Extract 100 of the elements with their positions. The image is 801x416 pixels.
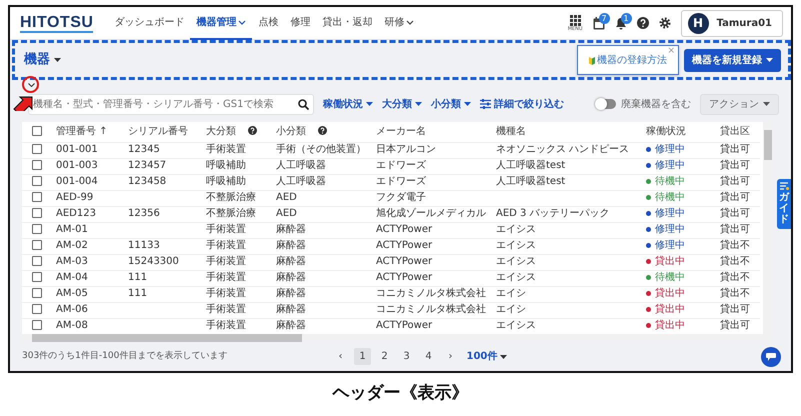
column-header[interactable]: 大分類 bbox=[202, 122, 272, 142]
help-icon[interactable] bbox=[248, 126, 257, 135]
detail-filter-button[interactable]: 詳細で絞り込む bbox=[480, 96, 564, 112]
caret-icon bbox=[415, 102, 422, 106]
table-cell: エイシ bbox=[496, 288, 526, 299]
column-header[interactable]: シリアル番号 bbox=[124, 122, 202, 142]
table-cell: 貸出不 bbox=[720, 272, 750, 283]
nav-tab[interactable]: 研修 bbox=[378, 7, 420, 40]
table-cell: AM-01 bbox=[56, 224, 88, 235]
row-checkbox[interactable] bbox=[32, 176, 42, 186]
table-cell: 貸出不 bbox=[720, 240, 750, 251]
status-text: 修理中 bbox=[655, 160, 685, 171]
row-checkbox[interactable] bbox=[32, 240, 42, 250]
next-page-button[interactable]: › bbox=[442, 348, 459, 365]
select-all-checkbox[interactable] bbox=[32, 126, 42, 136]
horizontal-scrollbar[interactable] bbox=[22, 334, 773, 342]
table-cell: 麻酔器 bbox=[276, 240, 306, 251]
search-icon[interactable] bbox=[298, 98, 309, 110]
guide-label: ガイド bbox=[779, 192, 789, 225]
help-icon[interactable] bbox=[636, 17, 649, 29]
column-header[interactable]: 管理番号 ↑ bbox=[52, 122, 124, 142]
table-cell: エドワーズ bbox=[376, 176, 426, 187]
row-checkbox[interactable] bbox=[32, 256, 42, 266]
table-cell: ACTYPower bbox=[376, 224, 432, 235]
table-cell: AM-05 bbox=[56, 288, 88, 299]
table-cell: 11133 bbox=[128, 240, 160, 251]
notification-badge: 7 bbox=[598, 12, 610, 24]
page-button[interactable]: 1 bbox=[354, 348, 371, 365]
table-cell: AED bbox=[276, 208, 297, 219]
table-cell: AM-06 bbox=[56, 304, 88, 315]
row-checkbox[interactable] bbox=[32, 160, 42, 170]
table-cell: 貸出可 bbox=[720, 224, 750, 235]
status-text: 修理中 bbox=[655, 240, 685, 251]
filter-dropdown[interactable]: 稼働状況 bbox=[323, 96, 373, 112]
action-button[interactable]: アクション bbox=[700, 94, 779, 114]
user-menu-button[interactable]: H Tamura01 bbox=[680, 10, 783, 36]
search-field[interactable]: 機種名・型式・管理番号・シリアル番号・GS1で検索 bbox=[28, 94, 314, 114]
apps-grid-icon[interactable] bbox=[570, 14, 581, 26]
nav-tab[interactable]: 機器管理 bbox=[190, 7, 252, 40]
nav-tab[interactable]: 点検 bbox=[252, 7, 284, 40]
table-cell: エイシス bbox=[496, 240, 536, 251]
table-cell: 貸出可 bbox=[720, 304, 750, 315]
page-button[interactable]: 2 bbox=[376, 348, 393, 365]
row-checkbox[interactable] bbox=[32, 272, 42, 282]
table-cell: 手術装置 bbox=[206, 320, 246, 331]
table-cell: 貸出可 bbox=[720, 160, 750, 171]
page-button[interactable]: 4 bbox=[420, 348, 437, 365]
settings-icon[interactable] bbox=[658, 17, 671, 29]
chat-button[interactable] bbox=[761, 346, 781, 366]
row-checkbox[interactable] bbox=[32, 144, 42, 154]
status-text: 貸出中 bbox=[655, 320, 685, 331]
table-cell: 手術装置 bbox=[206, 304, 246, 315]
row-checkbox[interactable] bbox=[32, 320, 42, 330]
table-cell: 貸出可 bbox=[720, 192, 750, 203]
column-header[interactable]: メーカー名 bbox=[372, 122, 492, 142]
per-page-dropdown[interactable]: 100件 bbox=[466, 349, 508, 364]
registration-help-link[interactable]: 機器の登録方法 bbox=[597, 52, 667, 68]
table-cell: ACTYPower bbox=[376, 256, 432, 267]
nav-tab[interactable]: 修理 bbox=[284, 7, 316, 40]
notification-badge: 1 bbox=[620, 12, 632, 24]
table-cell: AM-04 bbox=[56, 272, 88, 283]
status-text: 貸出中 bbox=[655, 256, 685, 267]
status-text: 修理中 bbox=[655, 144, 685, 155]
table-cell: 111 bbox=[128, 272, 148, 283]
nav-tab[interactable]: 貸出・返却 bbox=[316, 7, 378, 40]
row-checkbox[interactable] bbox=[32, 208, 42, 218]
help-icon[interactable] bbox=[318, 126, 327, 135]
page-button[interactable]: 3 bbox=[398, 348, 415, 365]
table-cell: ACTYPower bbox=[376, 320, 432, 331]
table-cell: ネオソニックス ハンドピース bbox=[496, 144, 630, 155]
row-checkbox[interactable] bbox=[32, 304, 42, 314]
row-checkbox[interactable] bbox=[32, 288, 42, 298]
table-cell: 001-003 bbox=[56, 160, 98, 171]
speech-bubble-icon bbox=[766, 352, 776, 360]
list-icon bbox=[780, 182, 788, 190]
status-text: 待機中 bbox=[655, 192, 685, 203]
column-header[interactable]: 貸出区 bbox=[716, 122, 760, 142]
filter-dropdown[interactable]: 小分類 bbox=[431, 96, 471, 112]
filter-dropdown[interactable]: 大分類 bbox=[382, 96, 422, 112]
row-checkbox[interactable] bbox=[32, 192, 42, 202]
vertical-scrollbar[interactable] bbox=[763, 122, 773, 334]
table-cell: AED123 bbox=[56, 208, 96, 219]
column-header[interactable]: 稼働状況 bbox=[642, 122, 716, 142]
app-logo[interactable]: HITOTSU bbox=[20, 14, 94, 32]
guide-tab[interactable]: ガイド bbox=[777, 179, 791, 229]
row-checkbox[interactable] bbox=[32, 224, 42, 234]
nav-tab[interactable]: ダッシュボード bbox=[108, 7, 190, 40]
column-header[interactable]: 機種名 bbox=[492, 122, 642, 142]
caret-icon bbox=[54, 58, 61, 62]
table-cell: 人工呼吸器test bbox=[496, 176, 566, 187]
register-device-button[interactable]: 機器を新規登録 bbox=[684, 48, 781, 72]
page-title-dropdown[interactable]: 機器 bbox=[24, 50, 61, 70]
column-header[interactable]: 小分類 bbox=[272, 122, 372, 142]
table-cell: AED-99 bbox=[56, 192, 94, 203]
toggle-switch[interactable] bbox=[596, 99, 616, 109]
previous-page-button[interactable]: ‹ bbox=[332, 348, 349, 365]
table-cell: 手術（その他装置） bbox=[276, 144, 366, 155]
table-cell: AM-02 bbox=[56, 240, 88, 251]
status-text: 待機中 bbox=[655, 176, 685, 187]
chevron-icon[interactable] bbox=[28, 83, 35, 87]
